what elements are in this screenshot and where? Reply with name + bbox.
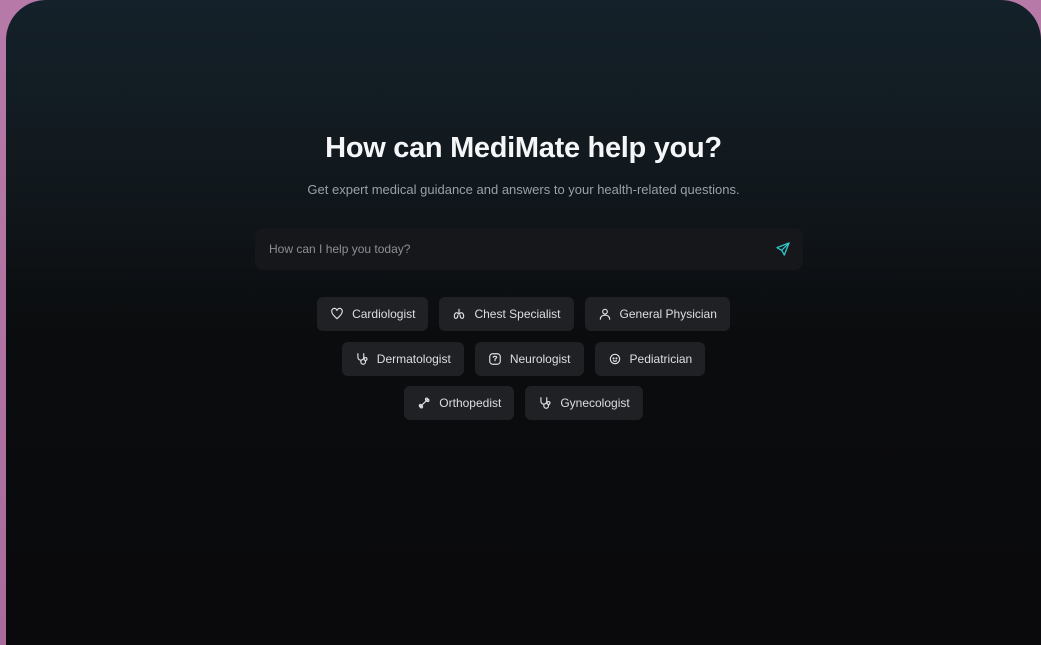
chip-label: General Physician — [619, 307, 717, 321]
chip-chest-specialist[interactable]: Chest Specialist — [439, 297, 574, 331]
chip-label: Pediatrician — [629, 352, 693, 366]
user-icon — [599, 308, 610, 320]
page-title: How can MediMate help you? — [325, 132, 722, 164]
specialist-row-2: Dermatologist Neurologist Pediatrician — [6, 342, 1041, 376]
chip-label: Neurologist — [509, 352, 571, 366]
stethoscope-icon — [540, 397, 551, 409]
specialist-row-1: Cardiologist Chest Specialist General Ph… — [6, 297, 1041, 331]
chip-neurologist[interactable]: Neurologist — [474, 342, 584, 376]
brain-icon — [488, 353, 501, 365]
bone-icon — [419, 397, 430, 409]
baby-icon — [609, 353, 620, 365]
page-subtitle: Get expert medical guidance and answers … — [307, 182, 740, 197]
send-button[interactable] — [769, 235, 797, 263]
send-icon — [776, 242, 790, 256]
chip-gynecologist[interactable]: Gynecologist — [525, 386, 643, 420]
app-window: How can MediMate help you? Get expert me… — [6, 0, 1041, 645]
chip-cardiologist[interactable]: Cardiologist — [317, 297, 429, 331]
chat-input-box — [255, 228, 803, 270]
chip-label: Chest Specialist — [474, 307, 561, 321]
specialist-row-3: Orthopedist Gynecologist — [6, 386, 1041, 420]
chip-general-physician[interactable]: General Physician — [584, 297, 730, 331]
chip-label: Dermatologist — [376, 352, 451, 366]
heart-icon — [331, 307, 343, 320]
chip-pediatrician[interactable]: Pediatrician — [594, 342, 706, 376]
chip-orthopedist[interactable]: Orthopedist — [404, 386, 515, 420]
lungs-icon — [454, 308, 465, 319]
stethoscope-icon — [357, 353, 368, 365]
chip-label: Cardiologist — [352, 307, 416, 321]
chip-label: Orthopedist — [439, 396, 502, 410]
chip-label: Gynecologist — [560, 396, 630, 410]
chat-input[interactable] — [255, 228, 755, 270]
chip-dermatologist[interactable]: Dermatologist — [341, 342, 464, 376]
